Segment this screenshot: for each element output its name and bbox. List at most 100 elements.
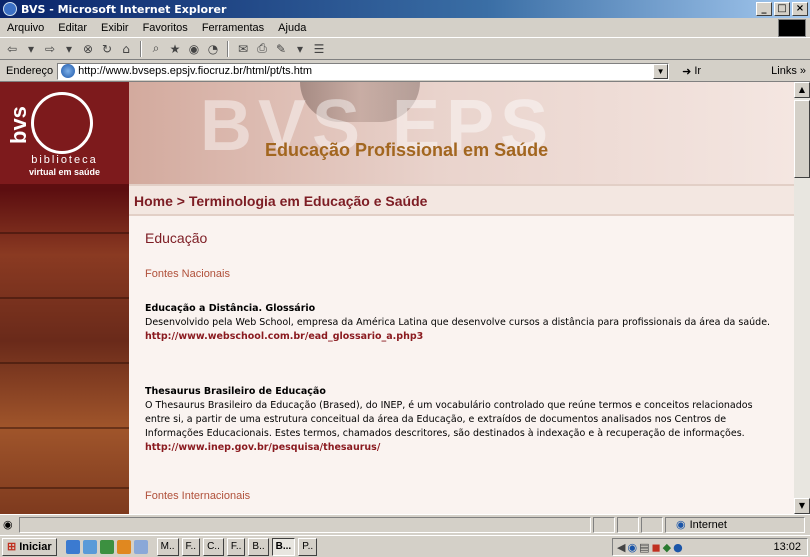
window-titlebar: BVS - Microsoft Internet Explorer _ □ × bbox=[0, 0, 810, 18]
toolbar-divider bbox=[140, 40, 142, 57]
tray-icon[interactable]: ● bbox=[673, 541, 683, 554]
globe-icon: ◉ bbox=[676, 519, 686, 531]
entry-link[interactable]: http://www.webschool.com.br/ead_glossari… bbox=[145, 330, 773, 344]
close-button[interactable]: × bbox=[792, 2, 808, 16]
section-national: Fontes Nacionais bbox=[145, 268, 230, 280]
banner-title: Educação Profissional em Saúde bbox=[265, 140, 549, 160]
network-icon[interactable]: ▤ bbox=[639, 541, 649, 554]
shelf-line bbox=[0, 487, 129, 489]
back-icon[interactable]: ⇦ bbox=[4, 41, 20, 57]
search-icon[interactable]: ⌕ bbox=[148, 41, 164, 57]
menu-arquivo[interactable]: Arquivo bbox=[0, 22, 51, 34]
media-icon[interactable]: ◉ bbox=[186, 41, 202, 57]
status-text bbox=[19, 516, 591, 533]
zone-indicator: ◉ Internet bbox=[665, 516, 805, 533]
menu-exibir[interactable]: Exibir bbox=[94, 22, 136, 34]
status-bar: ◉ ◉ Internet bbox=[0, 514, 810, 534]
go-label: Ir bbox=[694, 65, 702, 77]
mail-icon[interactable]: ✉ bbox=[235, 41, 251, 57]
system-tray: ◀ ◉ ▤ ◼ ◆ ● 13:02 bbox=[612, 538, 808, 556]
entry-title: Thesaurus Brasileiro de Educação bbox=[145, 386, 326, 397]
task-label: P.. bbox=[302, 541, 314, 552]
search-icon[interactable] bbox=[133, 539, 148, 554]
scroll-up-icon[interactable]: ▲ bbox=[794, 82, 810, 98]
tray-icon[interactable]: ◆ bbox=[663, 541, 671, 554]
main-content: Educação Fontes Nacionais Educação a Dis… bbox=[129, 216, 794, 514]
status-cell bbox=[617, 516, 639, 533]
start-button[interactable]: ⊞ Iniciar bbox=[2, 537, 57, 556]
status-cell bbox=[593, 516, 615, 533]
logo-circle-icon bbox=[31, 92, 93, 154]
task-button[interactable]: B.. bbox=[248, 537, 269, 556]
ie-quicklaunch-icon[interactable] bbox=[65, 539, 80, 554]
favorites-icon[interactable]: ★ bbox=[167, 41, 183, 57]
forward-icon[interactable]: ⇨ bbox=[42, 41, 58, 57]
address-input[interactable]: http://www.bvseps.epsjv.fiocruz.br/html/… bbox=[57, 62, 670, 80]
task-label: M.. bbox=[160, 541, 175, 552]
status-cell bbox=[641, 516, 663, 533]
breadcrumb[interactable]: Home > Terminologia em Educação e Saúde bbox=[134, 193, 427, 209]
list-item: Educação a Distância. Glossário Desenvol… bbox=[145, 302, 773, 344]
restore-button[interactable]: □ bbox=[774, 2, 790, 16]
task-button[interactable]: F.. bbox=[226, 537, 246, 556]
task-button-active[interactable]: B... bbox=[271, 537, 296, 556]
shelf-line bbox=[0, 427, 129, 429]
edit-icon[interactable]: ✎ bbox=[273, 41, 289, 57]
task-label: F.. bbox=[230, 541, 242, 552]
taskbar: ⊞ Iniciar M.. F.. C.. F.. B.. B... P.. ◀… bbox=[0, 535, 810, 557]
menu-ferramentas[interactable]: Ferramentas bbox=[195, 22, 271, 34]
bvs-logo[interactable]: bvs biblioteca virtual em saúde bbox=[0, 82, 129, 184]
tray-icon[interactable]: ◉ bbox=[627, 541, 637, 554]
go-button[interactable]: ➜ Ir bbox=[682, 65, 701, 78]
address-url[interactable]: http://www.bvseps.epsjv.fiocruz.br/html/… bbox=[78, 65, 312, 77]
volume-icon[interactable]: ◀ bbox=[617, 541, 625, 554]
window-title: BVS - Microsoft Internet Explorer bbox=[21, 2, 227, 16]
entry-link[interactable]: http://www.inep.gov.br/pesquisa/thesauru… bbox=[145, 441, 773, 455]
ie-icon bbox=[3, 2, 17, 16]
entry-title: Educação a Distância. Glossário bbox=[145, 303, 316, 314]
task-button[interactable]: F.. bbox=[181, 537, 201, 556]
chevron-down-icon[interactable]: ▾ bbox=[61, 41, 77, 57]
links-button[interactable]: Links » bbox=[771, 65, 806, 77]
task-button[interactable]: P.. bbox=[298, 537, 318, 556]
home-icon[interactable]: ⌂ bbox=[118, 41, 134, 57]
shelf-line bbox=[0, 362, 129, 364]
page-heading: Educação bbox=[145, 230, 208, 246]
print-icon[interactable]: ⎙ bbox=[254, 41, 270, 57]
history-icon[interactable]: ◔ bbox=[205, 41, 221, 57]
stop-icon[interactable]: ⊗ bbox=[80, 41, 96, 57]
outlook-icon[interactable] bbox=[99, 539, 114, 554]
menu-editar[interactable]: Editar bbox=[51, 22, 94, 34]
desktop-icon[interactable] bbox=[82, 539, 97, 554]
task-label: B... bbox=[275, 541, 292, 552]
discuss-icon[interactable]: ☰ bbox=[311, 41, 327, 57]
windows-logo-icon bbox=[778, 19, 806, 37]
clock[interactable]: 13:02 bbox=[773, 541, 801, 553]
shelf-line bbox=[0, 297, 129, 299]
chevron-down-icon[interactable]: ▾ bbox=[23, 41, 39, 57]
breadcrumb-bar: Home > Terminologia em Educação e Saúde bbox=[129, 184, 794, 216]
tray-icon[interactable]: ◼ bbox=[651, 541, 660, 554]
scroll-down-icon[interactable]: ▼ bbox=[794, 498, 810, 514]
address-dropdown-icon[interactable]: ▼ bbox=[653, 63, 669, 79]
windows-flag-icon: ⊞ bbox=[7, 541, 17, 553]
task-button[interactable]: M.. bbox=[156, 537, 179, 556]
logo-line1: biblioteca bbox=[31, 154, 98, 166]
refresh-icon[interactable]: ↻ bbox=[99, 41, 115, 57]
task-label: B.. bbox=[252, 541, 265, 552]
toolbar: ⇦ ▾ ⇨ ▾ ⊗ ↻ ⌂ ⌕ ★ ◉ ◔ ✉ ⎙ ✎ ▾ ☰ bbox=[0, 38, 810, 60]
zone-label: Internet bbox=[689, 518, 727, 531]
chevron-down-icon[interactable]: ▾ bbox=[292, 41, 308, 57]
menu-favoritos[interactable]: Favoritos bbox=[136, 22, 195, 34]
section-international: Fontes Internacionais bbox=[145, 490, 251, 502]
page-icon bbox=[61, 64, 76, 78]
task-button[interactable]: C.. bbox=[203, 537, 224, 556]
logo-bvs-text: bvs bbox=[6, 106, 31, 144]
scroll-thumb[interactable] bbox=[794, 100, 810, 178]
menu-ajuda[interactable]: Ajuda bbox=[271, 22, 313, 34]
task-label: C.. bbox=[207, 541, 220, 552]
media-player-icon[interactable] bbox=[116, 539, 131, 554]
vertical-scrollbar[interactable]: ▲ ▼ bbox=[794, 82, 810, 514]
minimize-button[interactable]: _ bbox=[756, 2, 772, 16]
window-controls: _ □ × bbox=[756, 2, 808, 16]
